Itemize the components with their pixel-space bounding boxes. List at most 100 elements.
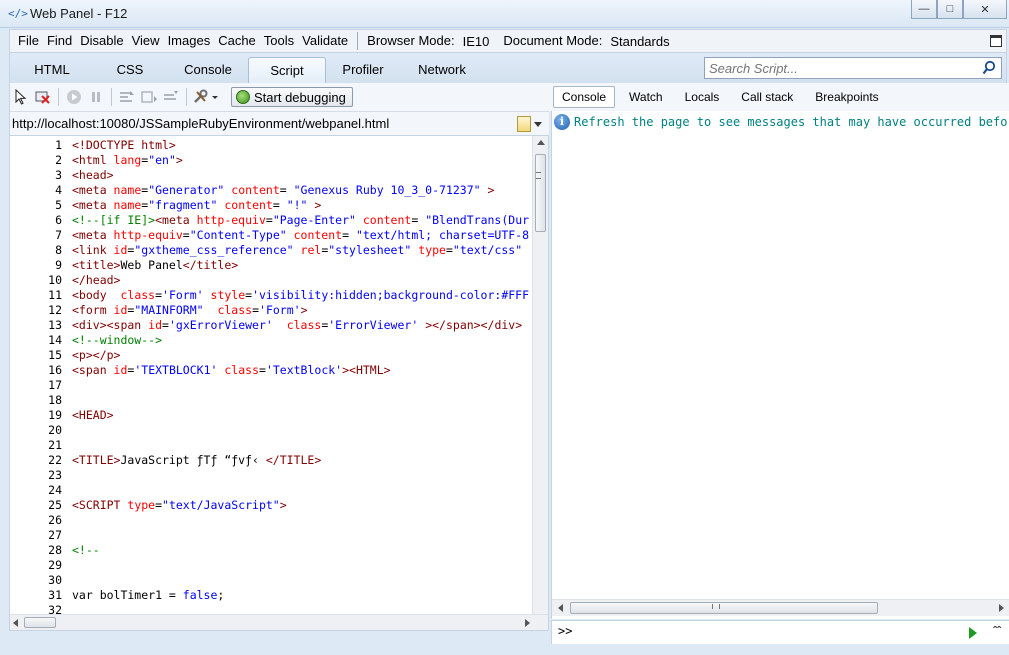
tab-profiler[interactable]: Profiler (330, 57, 396, 83)
subtab-breakpoints[interactable]: Breakpoints (807, 87, 886, 107)
line-number[interactable]: 2 (10, 153, 66, 168)
code-token: <body (72, 288, 121, 302)
console-horizontal-scrollbar[interactable] (552, 599, 1009, 616)
subtab-console[interactable]: Console (553, 86, 616, 108)
search-icon[interactable] (982, 60, 996, 76)
scroll-right-arrow-icon[interactable] (999, 604, 1004, 612)
minimize-devtools-icon[interactable] (990, 35, 1002, 47)
line-number[interactable]: 26 (10, 513, 66, 528)
tab-network[interactable]: Network (406, 57, 478, 83)
line-number[interactable]: 6 (10, 213, 66, 228)
line-number[interactable]: 31 (10, 588, 66, 603)
line-number[interactable]: 10 (10, 273, 66, 288)
horizontal-scroll-thumb[interactable] (24, 617, 56, 628)
menu-cache[interactable]: Cache (214, 30, 260, 52)
run-script-icon[interactable] (969, 627, 977, 639)
script-list-dropdown[interactable] (517, 115, 543, 133)
line-number[interactable]: 4 (10, 183, 66, 198)
select-element-icon[interactable] (10, 87, 32, 107)
line-number[interactable]: 27 (10, 528, 66, 543)
menu-find[interactable]: Find (43, 30, 76, 52)
console-scroll-thumb[interactable] (570, 602, 878, 614)
line-number[interactable]: 24 (10, 483, 66, 498)
line-number[interactable]: 5 (10, 198, 66, 213)
code-line: <head> (72, 168, 114, 183)
clear-breakpoints-icon[interactable] (32, 87, 54, 107)
scroll-right-arrow-icon[interactable] (525, 619, 530, 627)
continue-icon[interactable] (63, 87, 85, 107)
browser-mode-label[interactable]: Browser Mode: (363, 30, 458, 52)
script-source-pane[interactable]: 1 2 3 4 5 6 7 8 9 10 11 12 13 14 15 16 17 18 19 20 21 22 23 24 2… (9, 135, 549, 631)
tab-script[interactable]: Script (248, 57, 326, 83)
subtab-watch[interactable]: Watch (621, 87, 671, 107)
line-number[interactable]: 23 (10, 468, 66, 483)
code-token: <span (72, 363, 114, 377)
menu-file[interactable]: File (14, 30, 43, 52)
document-mode-label[interactable]: Document Mode: (499, 30, 606, 52)
close-window-button[interactable]: ✕ (963, 0, 1007, 19)
console-output-pane[interactable]: i Refresh the page to see messages that … (551, 111, 1009, 619)
vertical-scrollbar[interactable] (532, 136, 548, 616)
line-number[interactable]: 12 (10, 303, 66, 318)
line-number[interactable]: 9 (10, 258, 66, 273)
menu-validate[interactable]: Validate (298, 30, 352, 52)
line-number[interactable]: 11 (10, 288, 66, 303)
tab-console[interactable]: Console (172, 57, 244, 83)
tab-html[interactable]: HTML (18, 57, 86, 83)
subtab-call-stack[interactable]: Call stack (733, 87, 801, 107)
code-line: <title>Web Panel</title> (72, 258, 238, 273)
search-script-input[interactable] (705, 58, 975, 78)
line-number[interactable]: 28 (10, 543, 66, 558)
code-line: <div><span id='gxErrorViewer' class='Err… (72, 318, 522, 333)
code-line: <meta http-equiv="Content-Type" content=… (72, 228, 529, 243)
menu-view[interactable]: View (128, 30, 164, 52)
code-token: = (265, 213, 273, 227)
horizontal-scrollbar[interactable] (10, 614, 548, 630)
line-number[interactable]: 25 (10, 498, 66, 513)
step-out-icon[interactable] (160, 87, 182, 107)
line-number[interactable]: 3 (10, 168, 66, 183)
line-number[interactable]: 30 (10, 573, 66, 588)
line-number[interactable]: 7 (10, 228, 66, 243)
vertical-scroll-thumb[interactable] (535, 154, 546, 232)
line-number[interactable]: 21 (10, 438, 66, 453)
line-number[interactable]: 18 (10, 393, 66, 408)
code-line: <span id='TEXTBLOCK1' class='TextBlock'>… (72, 363, 391, 378)
tab-css[interactable]: CSS (100, 57, 160, 83)
script-toolbar: Start debugging (9, 83, 549, 111)
line-number[interactable]: 17 (10, 378, 66, 393)
line-number[interactable]: 20 (10, 423, 66, 438)
scroll-left-arrow-icon[interactable] (13, 619, 18, 627)
maximize-window-button[interactable]: □ (937, 0, 963, 19)
code-token: <!DOCTYPE html> (72, 138, 176, 152)
menu-disable[interactable]: Disable (76, 30, 127, 52)
expand-multiline-icon[interactable]: ˆˆ (993, 624, 1001, 638)
line-number[interactable]: 14 (10, 333, 66, 348)
browser-mode-value[interactable]: IE10 (459, 34, 500, 49)
line-number[interactable]: 16 (10, 363, 66, 378)
console-input-bar[interactable]: >> ˆˆ (551, 620, 1009, 644)
scroll-left-arrow-icon[interactable] (558, 604, 563, 612)
start-debugging-button[interactable]: Start debugging (231, 87, 353, 107)
minimize-window-button[interactable]: — (911, 0, 937, 19)
scroll-up-arrow-icon[interactable] (537, 140, 545, 145)
subtab-locals[interactable]: Locals (677, 87, 728, 107)
step-over-icon[interactable] (138, 87, 160, 107)
line-number[interactable]: 22 (10, 453, 66, 468)
step-into-icon[interactable] (116, 87, 138, 107)
line-number[interactable]: 13 (10, 318, 66, 333)
pause-icon[interactable] (85, 87, 107, 107)
tools-dropdown-icon[interactable] (191, 87, 221, 107)
code-token: </TITLE> (265, 453, 322, 467)
line-number[interactable]: 15 (10, 348, 66, 363)
menu-tools[interactable]: Tools (260, 30, 298, 52)
line-number[interactable]: 1 (10, 138, 66, 153)
source-code[interactable]: <!DOCTYPE html> <html lang="en"> <head> <me… (72, 136, 534, 616)
document-mode-value[interactable]: Standards (606, 34, 679, 49)
code-line: <link id="gxtheme_css_reference" rel="st… (72, 243, 522, 258)
line-number[interactable]: 19 (10, 408, 66, 423)
code-token: type (127, 498, 156, 512)
line-number[interactable]: 8 (10, 243, 66, 258)
menu-images[interactable]: Images (164, 30, 215, 52)
line-number[interactable]: 29 (10, 558, 66, 573)
